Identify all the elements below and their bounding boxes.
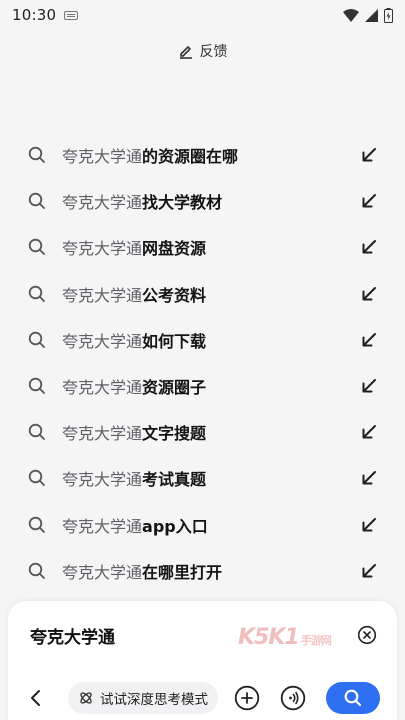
suggestion-text: 夸克大学通在哪里打开 xyxy=(62,559,361,583)
suggestion-text: 夸克大学通找大学教材 xyxy=(62,189,361,213)
fill-query-arrow-icon[interactable] xyxy=(361,193,377,209)
suggestion-suffix: 网盘资源 xyxy=(142,239,207,259)
suggestion-item[interactable]: 夸克大学通文字搜题 xyxy=(0,409,405,455)
search-icon xyxy=(28,470,45,487)
suggestion-prefix: 夸克大学通 xyxy=(62,147,143,167)
back-arrow-icon[interactable] xyxy=(28,688,44,708)
suggestion-text: 夸克大学通文字搜题 xyxy=(62,420,361,444)
suggestion-text: 夸克大学通的资源圈在哪 xyxy=(62,143,361,167)
suggestion-suffix: 公考资料 xyxy=(142,285,207,305)
suggestion-suffix: 的资源圈在哪 xyxy=(142,147,239,167)
suggestion-suffix: 考试真题 xyxy=(142,470,207,490)
suggestion-prefix: 夸克大学通 xyxy=(62,193,143,213)
suggestion-suffix: 资源圈子 xyxy=(142,378,207,398)
feedback-bar: 反馈 xyxy=(0,40,405,62)
search-icon xyxy=(28,239,45,256)
battery-icon xyxy=(384,7,393,23)
search-icon xyxy=(28,562,45,579)
suggestion-item[interactable]: 夸克大学通网盘资源 xyxy=(0,224,405,270)
deep-think-label: 试试深度思考模式 xyxy=(100,692,208,708)
search-icon xyxy=(28,377,45,394)
watermark-sub: 手游网 xyxy=(300,634,332,647)
search-icon xyxy=(28,424,45,441)
feedback-button[interactable]: 反馈 xyxy=(178,41,228,61)
fill-query-arrow-icon[interactable] xyxy=(361,470,377,486)
fill-query-arrow-icon[interactable] xyxy=(361,332,377,348)
suggestion-prefix: 夸克大学通 xyxy=(62,331,143,351)
suggestion-prefix: 夸克大学通 xyxy=(62,285,143,305)
watermark: K5K1 手游网 xyxy=(238,625,332,650)
suggestion-prefix: 夸克大学通 xyxy=(62,424,143,444)
suggestion-prefix: 夸克大学通 xyxy=(62,239,143,259)
search-input[interactable]: 夸克大学通 xyxy=(30,623,115,648)
search-icon xyxy=(28,516,45,533)
suggestion-item[interactable]: 夸克大学通如何下载 xyxy=(0,317,405,363)
suggestion-item[interactable]: 夸克大学通公考资料 xyxy=(0,271,405,317)
suggestion-list: 夸克大学通的资源圈在哪 夸克大学通找大学教材 夸克大学通网盘资源 夸克大学通公考… xyxy=(0,132,405,594)
search-icon xyxy=(28,285,45,302)
suggestion-suffix: 文字搜题 xyxy=(142,424,207,444)
fill-query-arrow-icon[interactable] xyxy=(361,378,377,394)
fill-query-arrow-icon[interactable] xyxy=(361,239,377,255)
suggestion-text: 夸克大学通考试真题 xyxy=(62,466,361,490)
suggestion-suffix: 在哪里打开 xyxy=(142,562,223,582)
voice-icon[interactable] xyxy=(280,685,306,711)
suggestion-text: 夸克大学通app入口 xyxy=(62,513,361,537)
search-icon xyxy=(344,689,362,707)
deep-think-icon xyxy=(80,692,92,704)
fill-query-arrow-icon[interactable] xyxy=(361,424,377,440)
deep-think-button[interactable]: 试试深度思考模式 xyxy=(68,682,218,714)
suggestion-prefix: 夸克大学通 xyxy=(62,470,143,490)
wifi-icon xyxy=(343,8,359,22)
status-time: 10:30 xyxy=(12,6,57,24)
suggestion-suffix: 找大学教材 xyxy=(142,193,223,213)
fill-query-arrow-icon[interactable] xyxy=(361,286,377,302)
feedback-label: 反馈 xyxy=(199,44,228,60)
status-bar: 10:30 xyxy=(0,0,405,30)
suggestion-item[interactable]: 夸克大学通app入口 xyxy=(0,502,405,548)
suggestion-text: 夸克大学通如何下载 xyxy=(62,328,361,352)
signal-icon xyxy=(365,8,378,22)
suggestion-suffix: app入口 xyxy=(142,516,208,536)
suggestion-item[interactable]: 夸克大学通在哪里打开 xyxy=(0,548,405,594)
suggestion-suffix: 如何下载 xyxy=(142,331,207,351)
fill-query-arrow-icon[interactable] xyxy=(361,147,377,163)
search-icon xyxy=(28,146,45,163)
fill-query-arrow-icon[interactable] xyxy=(361,517,377,533)
search-button[interactable] xyxy=(326,682,380,714)
suggestion-prefix: 夸克大学通 xyxy=(62,516,143,536)
search-toolbar: 试试深度思考模式 xyxy=(8,681,397,715)
watermark-text: K5K1 xyxy=(238,625,300,650)
suggestion-item[interactable]: 夸克大学通的资源圈在哪 xyxy=(0,132,405,178)
add-icon[interactable] xyxy=(234,685,260,711)
clear-icon[interactable] xyxy=(357,625,377,645)
suggestion-item[interactable]: 夸克大学通资源圈子 xyxy=(0,363,405,409)
suggestion-prefix: 夸克大学通 xyxy=(62,562,143,582)
suggestion-prefix: 夸克大学通 xyxy=(62,378,143,398)
suggestion-item[interactable]: 夸克大学通考试真题 xyxy=(0,455,405,501)
search-icon xyxy=(28,193,45,210)
edit-icon xyxy=(179,46,192,59)
suggestion-text: 夸克大学通资源圈子 xyxy=(62,374,361,398)
fill-query-arrow-icon[interactable] xyxy=(361,563,377,579)
keyboard-icon xyxy=(64,10,79,20)
suggestion-item[interactable]: 夸克大学通找大学教材 xyxy=(0,178,405,224)
status-icons xyxy=(343,7,393,23)
suggestion-text: 夸克大学通公考资料 xyxy=(62,282,361,306)
search-panel: 夸克大学通 K5K1 手游网 试试深度思考模式 xyxy=(8,601,397,720)
search-icon xyxy=(28,331,45,348)
suggestion-text: 夸克大学通网盘资源 xyxy=(62,235,361,259)
